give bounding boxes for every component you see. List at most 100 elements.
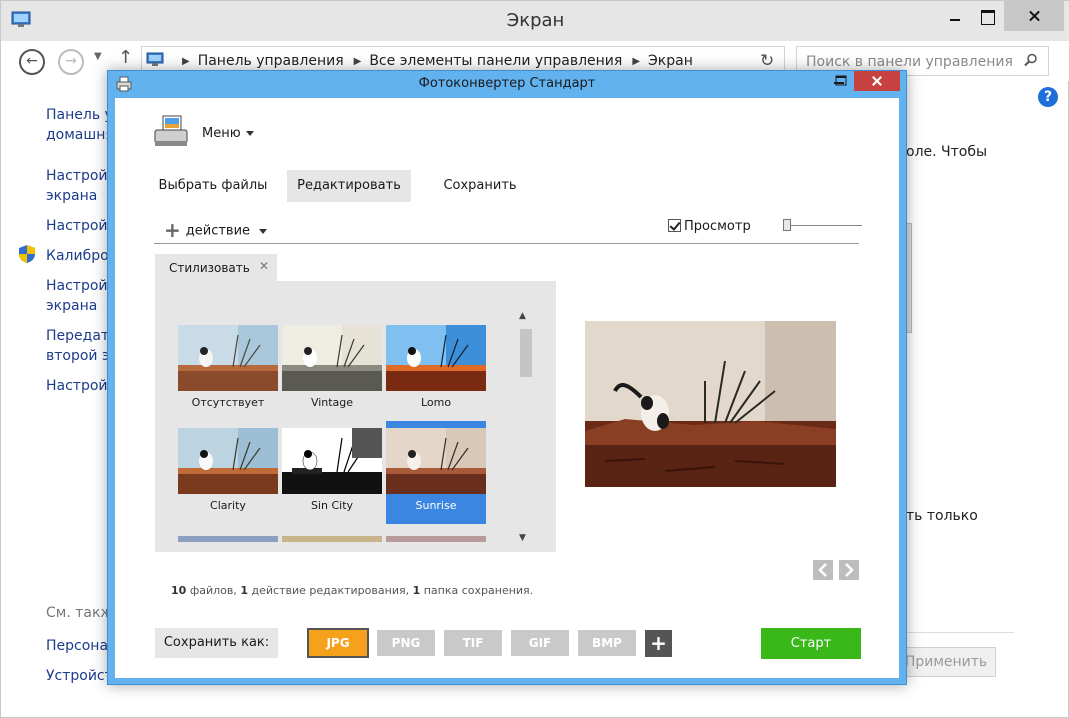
menu-dropdown[interactable]: Меню — [202, 126, 254, 141]
next-image-button[interactable] — [839, 560, 859, 580]
chevron-down-icon — [245, 131, 254, 136]
maximize-button[interactable] — [828, 71, 854, 91]
tab-save[interactable]: Сохранить — [430, 170, 530, 202]
sidebar-link[interactable]: Настрой — [46, 275, 108, 297]
back-arrow-icon[interactable]: ← — [19, 49, 45, 75]
apply-button[interactable]: Применить — [896, 647, 996, 677]
zoom-slider-track[interactable] — [787, 225, 862, 226]
style-preview-image — [386, 325, 486, 391]
style-thumbnail[interactable]: Sin City — [282, 421, 382, 524]
sidebar-link[interactable]: экрана — [46, 295, 97, 317]
close-icon[interactable]: ✕ — [259, 259, 269, 273]
shield-icon — [19, 245, 35, 263]
sidebar-link[interactable]: Настрой — [46, 215, 108, 237]
style-preview-image — [282, 325, 382, 391]
sidebar-link[interactable]: домашня — [46, 124, 114, 146]
refresh-icon[interactable]: ↻ — [760, 51, 774, 71]
files-count: 10 — [171, 584, 187, 597]
sidebar-link[interactable]: Настрой — [46, 375, 108, 397]
sidebar-link[interactable]: Калибро — [46, 245, 109, 267]
sidebar-link[interactable]: Настрой — [46, 165, 108, 187]
style-gallery: Отсутствует Vintage Lomo Clarity Sin Cit… — [155, 281, 556, 552]
style-thumbnail-partial[interactable] — [282, 536, 382, 542]
breadcrumb: ▶ Панель управления ▶ Все элементы панели у… — [172, 53, 693, 69]
maximize-button[interactable] — [970, 1, 1004, 31]
close-button[interactable] — [1004, 1, 1064, 31]
forward-arrow-icon[interactable]: → — [58, 49, 84, 75]
style-thumbnail-partial[interactable] — [386, 536, 486, 542]
previous-image-button[interactable] — [813, 560, 833, 580]
breadcrumb-item[interactable]: Панель управления — [198, 53, 344, 69]
scroll-down-icon[interactable]: ▼ — [519, 533, 526, 543]
start-button[interactable]: Старт — [761, 628, 861, 659]
see-also-link[interactable]: Персона — [46, 635, 108, 657]
scroll-up-icon[interactable]: ▲ — [519, 311, 526, 321]
format-png-button[interactable]: PNG — [377, 630, 435, 656]
checkbox-checked-icon[interactable] — [668, 219, 681, 232]
style-thumbnail[interactable]: Vintage — [282, 318, 382, 421]
chevron-down-icon — [259, 228, 268, 234]
see-also-link[interactable]: Устройст — [46, 665, 113, 687]
preview-label: Просмотр — [684, 219, 751, 234]
plus-icon: + — [164, 218, 181, 242]
breadcrumb-item[interactable]: Все элементы панели управления — [369, 53, 622, 69]
status-summary: 10 файлов, 1 действие редактирования, 1 … — [171, 584, 533, 597]
tab-edit[interactable]: Редактировать — [287, 170, 411, 202]
sidebar-link[interactable]: Передат — [46, 325, 109, 347]
style-preview-image — [386, 428, 486, 494]
action-label: действие — [185, 223, 251, 239]
style-thumbnail[interactable]: Отсутствует — [178, 318, 278, 421]
style-label: Lomo — [420, 396, 452, 409]
files-text: файлов, — [189, 584, 237, 597]
description-text: ть только — [906, 508, 978, 524]
sidebar-link[interactable]: экрана — [46, 185, 97, 207]
tab-select-files[interactable]: Выбрать файлы — [157, 170, 269, 202]
dialog-title: Фотоконвертер Стандарт — [418, 76, 596, 91]
zoom-slider-handle[interactable] — [783, 219, 791, 231]
help-icon[interactable]: ? — [1038, 87, 1058, 107]
style-thumbnail-selected[interactable]: Sunrise — [386, 421, 486, 524]
style-label: Sunrise — [415, 499, 457, 512]
chevron-right-icon[interactable]: ▶ — [354, 56, 362, 67]
style-thumbnail-partial[interactable] — [178, 536, 278, 542]
style-label: Sin City — [310, 499, 354, 512]
folders-text: папка сохранения. — [423, 584, 534, 597]
folders-count: 1 — [412, 584, 421, 597]
dialog-body: Меню Выбрать файлы Редактировать Сохрани… — [115, 98, 899, 678]
breadcrumb-item[interactable]: Экран — [648, 53, 693, 69]
chevron-left-icon — [818, 563, 827, 577]
photo-converter-titlebar[interactable]: Фотоконвертер Стандарт — [108, 71, 906, 98]
chevron-right-icon: ▶ — [182, 56, 190, 67]
format-jpg-button[interactable]: JPG — [307, 628, 369, 658]
style-label: Clarity — [210, 499, 246, 512]
style-gallery-scrollbar[interactable]: ▲ ▼ — [517, 311, 533, 547]
format-gif-button[interactable]: GIF — [511, 630, 569, 656]
minimize-button[interactable] — [938, 1, 972, 31]
style-preview-image — [178, 325, 278, 391]
description-text: оле. Чтобы — [906, 144, 988, 160]
add-format-button[interactable]: + — [645, 630, 672, 657]
sidebar-link[interactable]: Панель у — [46, 104, 113, 126]
style-thumbnail[interactable]: Clarity — [178, 421, 278, 524]
divider — [901, 632, 1014, 633]
style-preview-image — [178, 428, 278, 494]
chevron-right-icon[interactable]: ▶ — [632, 56, 640, 67]
save-as-label: Сохранить как: — [155, 628, 278, 658]
menu-label: Меню — [202, 126, 241, 141]
stylize-tab[interactable]: Стилизовать ✕ — [155, 254, 277, 281]
add-action-button[interactable]: + действие — [164, 218, 268, 243]
up-arrow-icon[interactable]: ↑ — [118, 47, 133, 68]
format-tif-button[interactable]: TIF — [444, 630, 502, 656]
stylize-tab-label: Стилизовать — [169, 261, 250, 275]
chevron-right-icon — [845, 563, 854, 577]
style-thumbnail[interactable]: Lomo — [386, 318, 486, 421]
style-label: Отсутствует — [191, 396, 265, 409]
sidebar-link[interactable]: второй э — [46, 345, 110, 367]
close-button[interactable] — [854, 71, 900, 91]
search-placeholder: Поиск в панели управления — [806, 54, 1013, 70]
preview-checkbox[interactable]: Просмотр — [668, 219, 751, 234]
format-bmp-button[interactable]: BMP — [578, 630, 636, 656]
scrollbar-thumb[interactable] — [520, 329, 532, 377]
chevron-down-icon[interactable]: ▼ — [94, 51, 102, 62]
search-icon[interactable] — [1024, 53, 1038, 67]
